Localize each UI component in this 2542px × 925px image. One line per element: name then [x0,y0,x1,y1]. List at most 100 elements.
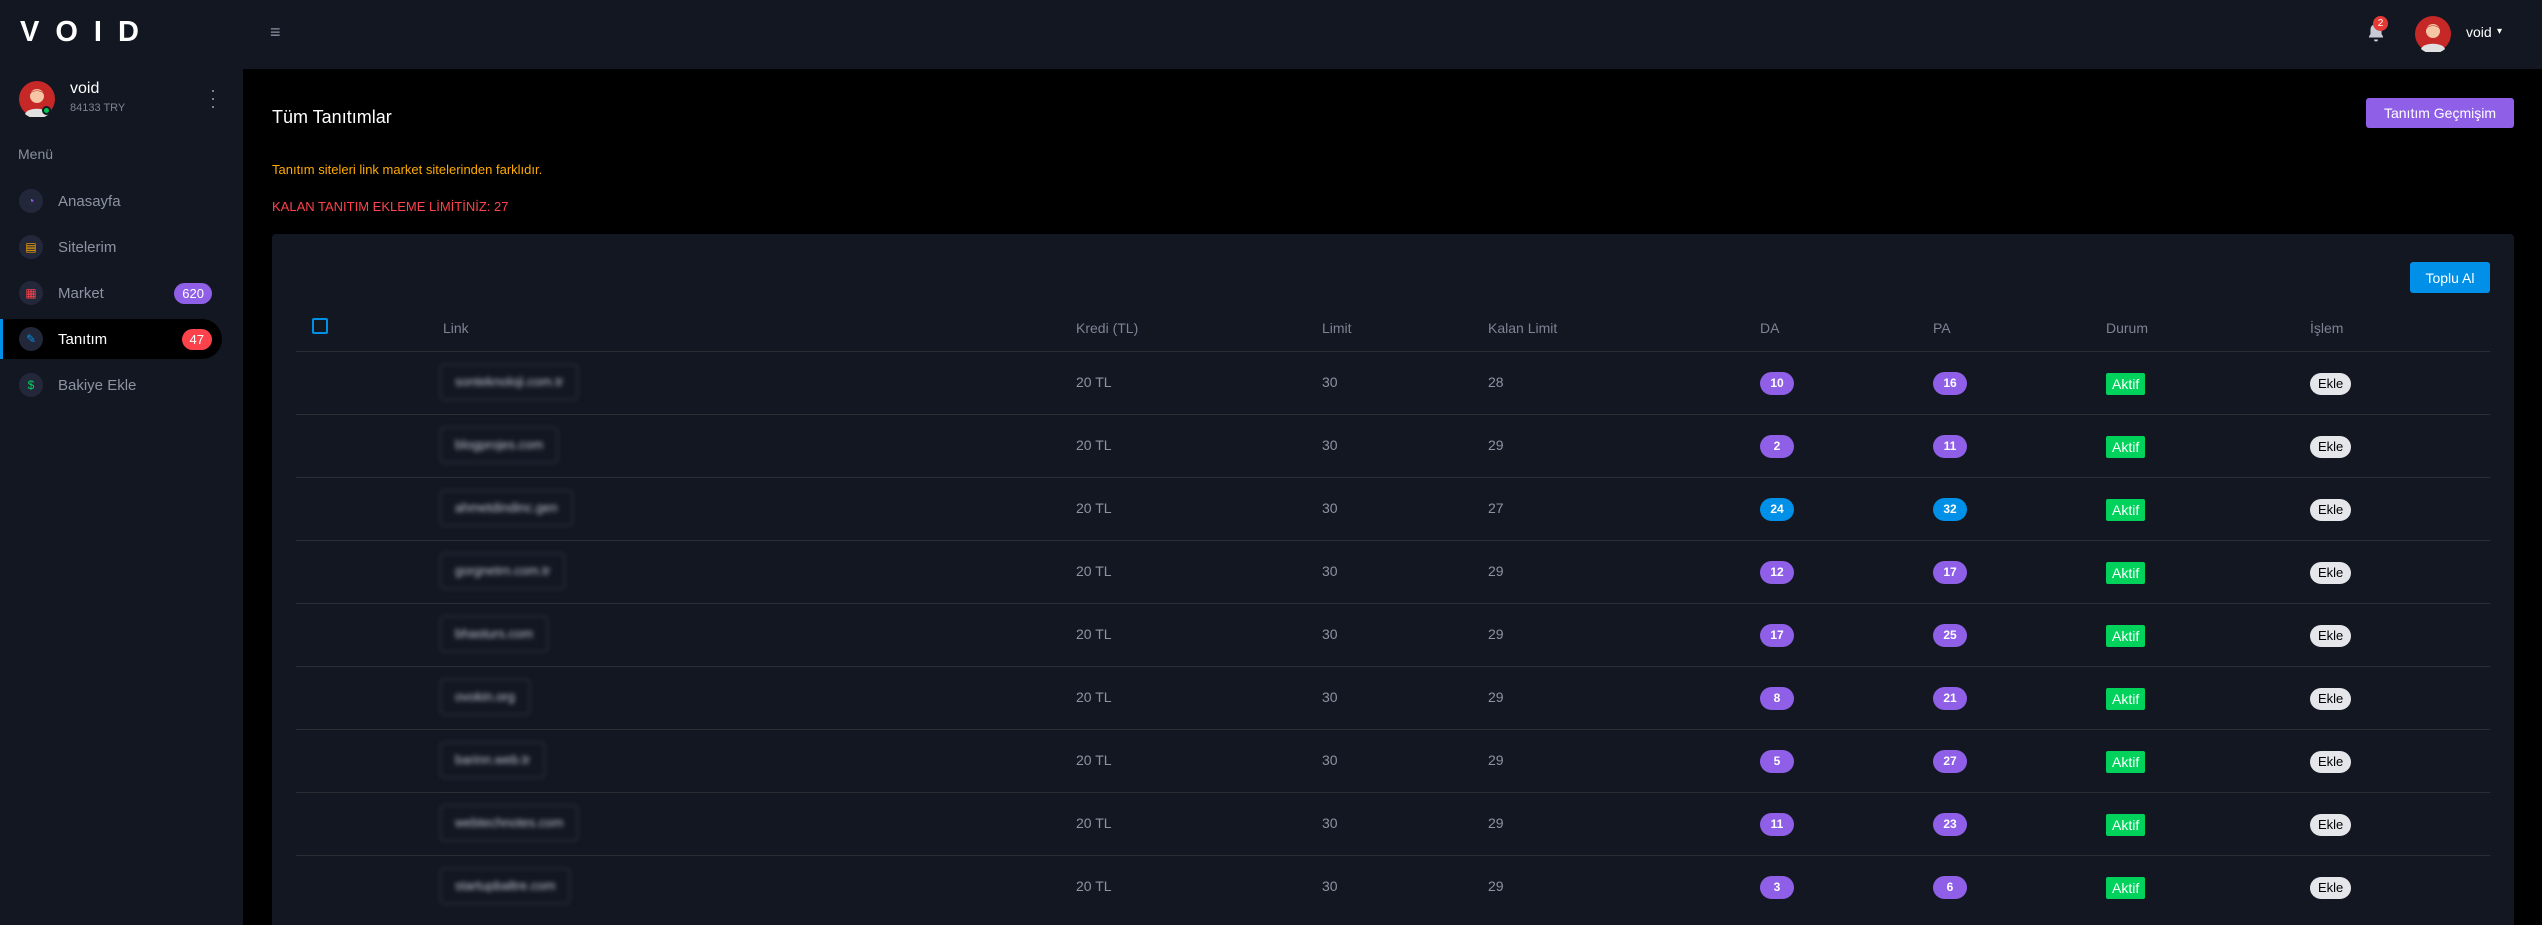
da-badge: 8 [1760,687,1794,710]
credit-cell: 20 TL [1076,626,1112,642]
add-button[interactable]: Ekle [2310,814,2352,836]
add-button[interactable]: Ekle [2310,436,2352,458]
chevron-down-icon[interactable]: ▾ [2497,26,2502,37]
add-button[interactable]: Ekle [2310,373,2352,395]
column-header-limit: Limit [1322,320,1352,336]
remaining-limit-cell: 27 [1488,500,1504,516]
status-badge: Aktif [2106,499,2146,521]
column-header-pa: PA [1933,320,1951,336]
pa-badge: 17 [1933,561,1967,584]
da-badge: 10 [1760,372,1794,395]
add-button[interactable]: Ekle [2310,751,2352,773]
da-badge: 5 [1760,750,1794,773]
promotion-history-button[interactable]: Tanıtım Geçmişim [2366,98,2514,128]
table-row: ahmetdindinc.gen 20 TL 30 27 24 32 Aktif Ekle [296,477,2490,540]
credit-cell: 20 TL [1076,689,1112,705]
table-row: barinn.web.tr 20 TL 30 29 5 27 Aktif Ekle [296,729,2490,792]
limit-cell: 30 [1322,752,1338,768]
credit-cell: 20 TL [1076,500,1112,516]
pa-badge: 16 [1933,372,1967,395]
site-link[interactable]: blogprojes.com [440,427,559,463]
site-link[interactable]: ahmetdindinc.gen [440,490,573,526]
site-link[interactable]: gorgnetrn.com.tr [440,553,566,589]
pa-badge: 11 [1933,435,1967,458]
status-badge: Aktif [2106,436,2146,458]
site-link[interactable]: sonteknoloji.com.tr [440,364,579,400]
sidebar-item-tanitim[interactable]: ✎ Tanıtım 47 [0,319,222,359]
sidebar-item-market[interactable]: ▦ Market 620 [0,273,222,313]
menu-toggle-icon[interactable]: ≡ [270,22,281,43]
limit-cell: 30 [1322,374,1338,390]
bulk-buy-button[interactable]: Toplu Al [2410,262,2490,293]
column-header-islem: İşlem [2310,320,2344,336]
da-badge: 12 [1760,561,1794,584]
da-badge: 3 [1760,876,1794,899]
status-badge: Aktif [2106,562,2146,584]
page-title: Tüm Tanıtımlar [272,107,392,127]
remaining-limit-cell: 29 [1488,752,1504,768]
column-header-kredi: Kredi (TL) [1076,320,1139,336]
sidebar-item-sitelerim[interactable]: ▤ Sitelerim [0,227,222,267]
site-link[interactable]: ovokin.org [440,679,530,715]
grid-icon: ▦ [19,281,43,305]
pa-badge: 27 [1933,750,1967,773]
table-row: ovokin.org 20 TL 30 29 8 21 Aktif Ekle [296,666,2490,729]
credit-cell: 20 TL [1076,752,1112,768]
remaining-limit-cell: 29 [1488,563,1504,579]
site-link[interactable]: bhasturs.com [440,616,549,652]
top-bar: VOID ≡ 2 void ▾ [0,0,2542,69]
site-link[interactable]: barinn.web.tr [440,742,546,778]
column-header-kalan-limit: Kalan Limit [1488,320,1558,336]
pa-badge: 23 [1933,813,1967,836]
table-row: webtechnotes.com 20 TL 30 29 11 23 Aktif Ekle [296,792,2490,855]
remaining-limit-cell: 29 [1488,878,1504,894]
table-row: gorgnetrn.com.tr 20 TL 30 29 12 17 Aktif Ekle [296,540,2490,603]
da-badge: 11 [1760,813,1794,836]
sidebar-item-label: Market [58,285,104,302]
table-row: startupbaltre.com 20 TL 30 29 3 6 Aktif Ekle [296,855,2490,918]
status-badge: Aktif [2106,373,2146,395]
user-avatar[interactable] [2415,16,2451,52]
remaining-limit-cell: 29 [1488,689,1504,705]
add-button[interactable]: Ekle [2310,688,2352,710]
site-link[interactable]: webtechnotes.com [440,805,579,841]
status-badge: Aktif [2106,877,2146,899]
select-all-checkbox[interactable] [312,318,328,334]
limit-cell: 30 [1322,626,1338,642]
laptop-icon: ▤ [19,235,43,259]
column-header-da: DA [1760,320,1780,336]
pa-badge: 32 [1933,498,1967,521]
sidebar-item-bakiye-ekle[interactable]: $ Bakiye Ekle [0,365,222,405]
status-badge: Aktif [2106,814,2146,836]
add-button[interactable]: Ekle [2310,625,2352,647]
table-row: bhasturs.com 20 TL 30 29 17 25 Aktif Ekle [296,603,2490,666]
site-link[interactable]: startupbaltre.com [440,868,571,904]
da-badge: 24 [1760,498,1794,521]
status-badge: Aktif [2106,625,2146,647]
da-badge: 2 [1760,435,1794,458]
more-vertical-icon[interactable]: · · · [210,81,216,115]
table-row: blogprojes.com 20 TL 30 29 2 11 Aktif Ekle [296,414,2490,477]
app-logo[interactable]: VOID [20,16,155,49]
market-count-badge: 620 [174,283,212,304]
limit-cell: 30 [1322,437,1338,453]
credit-cell: 20 TL [1076,437,1112,453]
sidebar-item-label: Anasayfa [58,193,121,210]
column-header-link: Link [443,320,469,336]
add-button[interactable]: Ekle [2310,877,2352,899]
sidebar-username: void [70,80,100,97]
remaining-limit-cell: 29 [1488,626,1504,642]
remaining-limit-text: KALAN TANITIM EKLEME LİMİTİNİZ: 27 [272,199,509,214]
sidebar-item-anasayfa[interactable]: ◔ Anasayfa [0,181,222,221]
status-badge: Aktif [2106,688,2146,710]
limit-cell: 30 [1322,563,1338,579]
pa-badge: 21 [1933,687,1967,710]
add-button[interactable]: Ekle [2310,499,2352,521]
credit-cell: 20 TL [1076,878,1112,894]
add-button[interactable]: Ekle [2310,562,2352,584]
credit-cell: 20 TL [1076,374,1112,390]
table-row: sonteknoloji.com.tr 20 TL 30 28 10 16 Aktif Ekl… [296,351,2490,414]
remaining-limit-cell: 28 [1488,374,1504,390]
sidebar-item-label: Tanıtım [58,331,108,348]
top-username[interactable]: void [2466,24,2492,40]
